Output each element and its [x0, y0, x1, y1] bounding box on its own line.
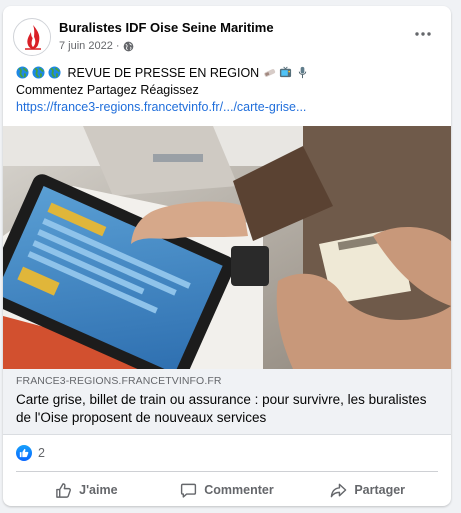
reaction-count: 2 — [38, 446, 45, 460]
link-preview-image[interactable] — [3, 126, 451, 369]
post-text-line1: REVUE DE PRESSE EN REGION — [16, 65, 441, 82]
page-avatar[interactable] — [13, 18, 51, 56]
thumbs-up-icon — [56, 482, 72, 498]
terminal-photo — [3, 126, 451, 369]
comment-icon — [181, 483, 197, 498]
share-button[interactable]: Partager — [297, 474, 438, 506]
post-author[interactable]: Buralistes IDF Oise Seine Maritime — [59, 20, 274, 35]
post-card: Buralistes IDF Oise Seine Maritime 7 jui… — [3, 6, 451, 506]
post-actions: J'aime Commenter Partager — [16, 474, 438, 506]
post-header: Buralistes IDF Oise Seine Maritime 7 jui… — [3, 6, 451, 66]
post-text-line2: Commentez Partagez Réagissez — [16, 83, 199, 97]
ellipsis-icon — [415, 32, 431, 36]
more-options-button[interactable] — [409, 22, 437, 46]
actions-divider — [16, 471, 438, 472]
link-domain: FRANCE3-REGIONS.FRANCETVINFO.FR — [16, 375, 222, 387]
post-meta: 7 juin 2022 · — [59, 40, 134, 52]
post-date[interactable]: 7 juin 2022 — [59, 40, 113, 52]
like-button-label: J'aime — [79, 483, 118, 497]
globe-icon — [123, 41, 133, 51]
microphone-emoji — [298, 66, 306, 79]
globe-emoji — [32, 66, 45, 79]
like-button[interactable]: J'aime — [16, 474, 157, 506]
post-headline-text: REVUE DE PRESSE EN REGION — [67, 66, 260, 80]
flame-logo-icon — [15, 20, 50, 55]
globe-emoji — [16, 66, 29, 79]
link-headline[interactable]: Carte grise, billet de train ou assuranc… — [16, 391, 441, 427]
link-preview-meta[interactable]: FRANCE3-REGIONS.FRANCETVINFO.FR Carte gr… — [3, 369, 451, 435]
meta-separator: · — [115, 40, 120, 52]
post-link[interactable]: https://france3-regions.francetvinfo.fr/… — [16, 99, 441, 116]
like-icon — [16, 445, 32, 461]
share-button-label: Partager — [354, 483, 406, 497]
share-icon — [331, 483, 347, 497]
comment-button-label: Commenter — [204, 483, 274, 497]
newspaper-emoji — [263, 69, 275, 77]
reaction-summary[interactable]: 2 — [16, 442, 45, 464]
tv-emoji — [280, 66, 292, 78]
comment-button[interactable]: Commenter — [157, 474, 298, 506]
post-text: REVUE DE PRESSE EN REGION Commentez Part… — [16, 65, 441, 116]
globe-emoji — [48, 66, 61, 79]
